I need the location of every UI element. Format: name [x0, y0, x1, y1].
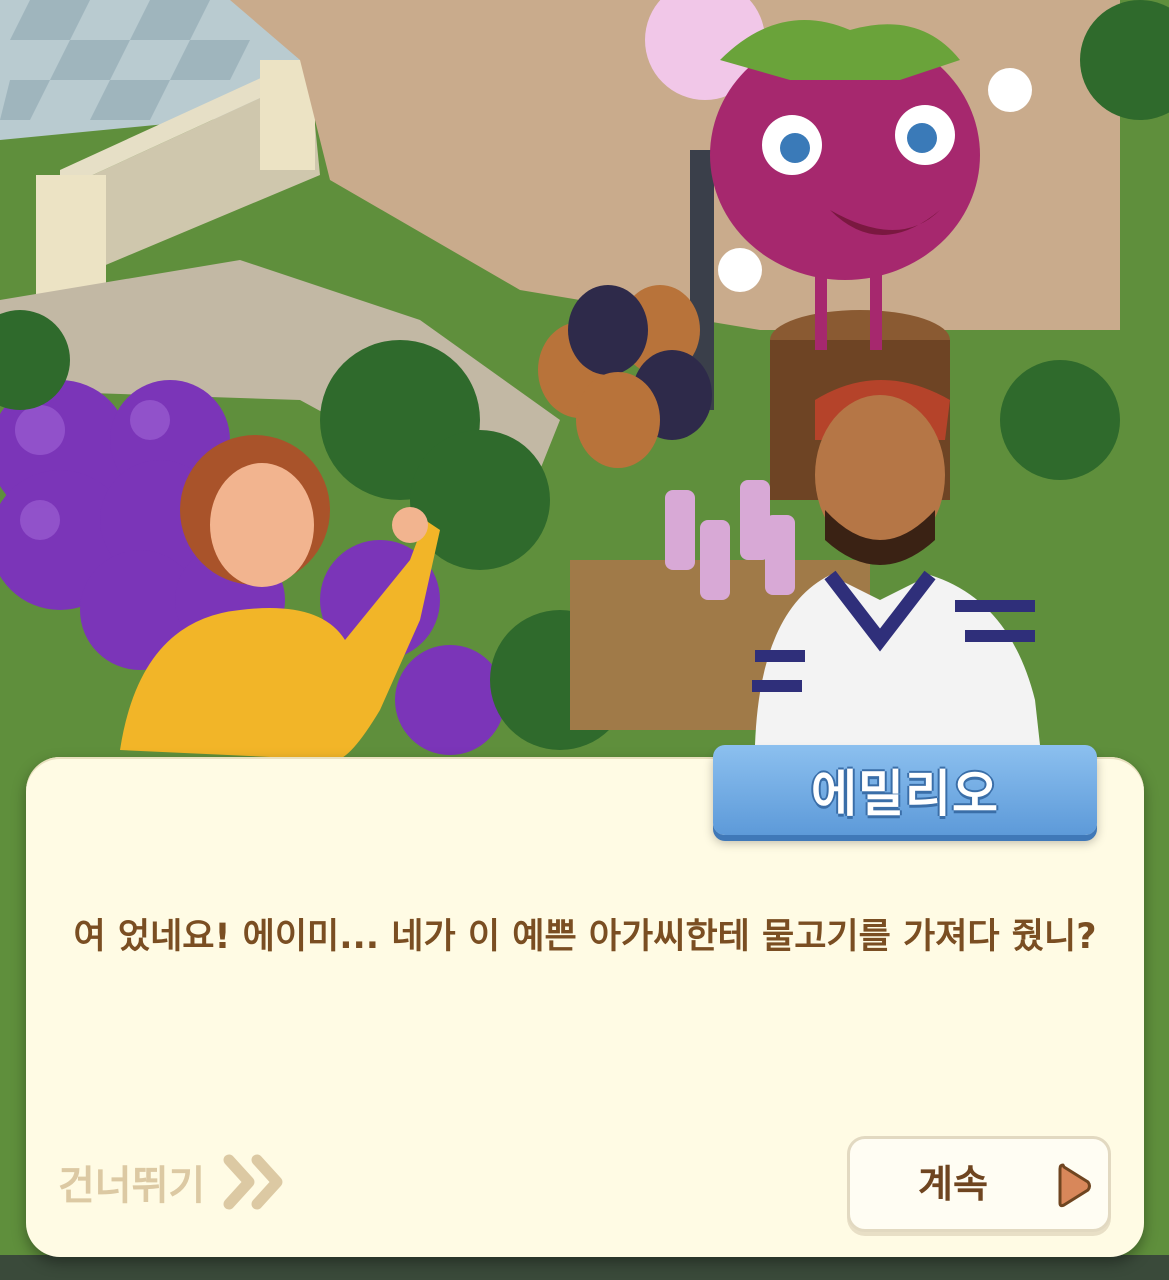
continue-label: 계속 [918, 1162, 988, 1206]
skip-label: 건너뛰기 [58, 1163, 206, 1209]
play-triangle-icon [1058, 1161, 1092, 1215]
speaker-name: 에밀리오 [811, 765, 999, 823]
continue-button[interactable]: 계속 [847, 1136, 1111, 1232]
speaker-name-tag: 에밀리오 [713, 745, 1097, 835]
double-chevron-right-icon [223, 1154, 287, 1210]
skip-button[interactable]: 건너뛰기 [58, 1150, 287, 1214]
dialog-text: 여 었네요! 에이미... 네가 이 예쁜 아가씨한테 물고기를 가져다 줬니? [73, 917, 1097, 957]
